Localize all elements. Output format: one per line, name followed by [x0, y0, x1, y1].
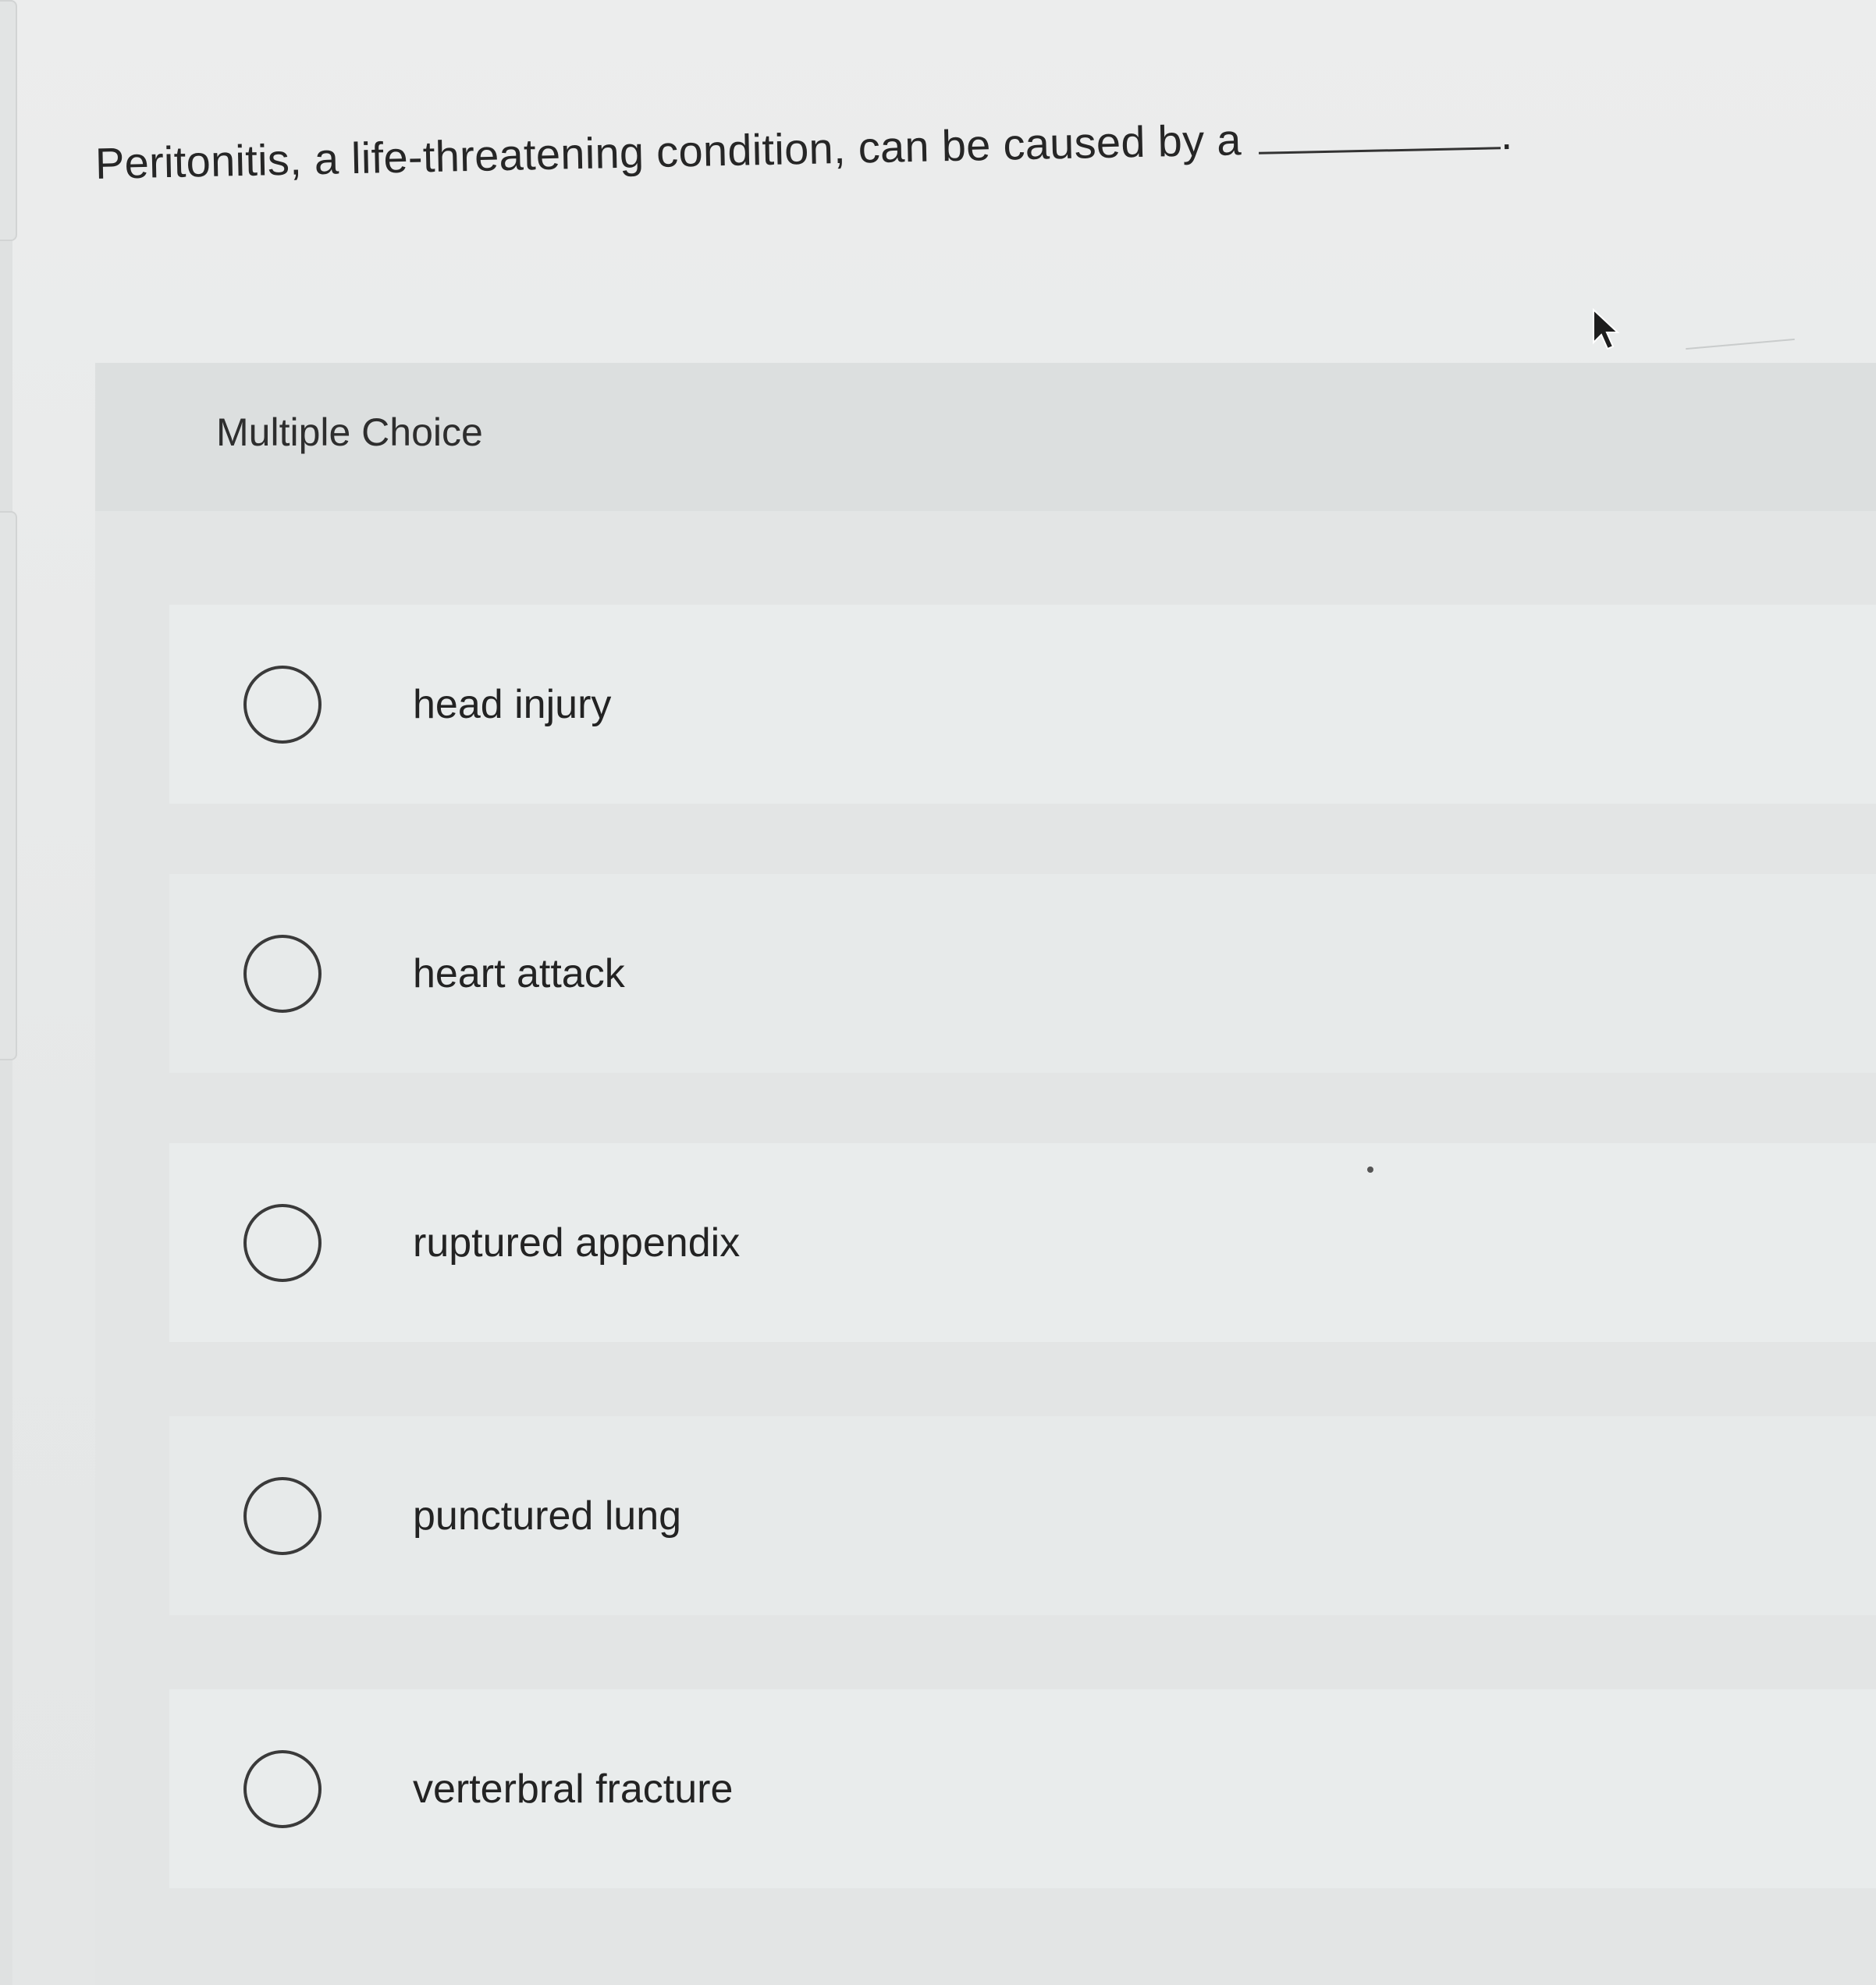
answer-option-label: punctured lung [413, 1493, 682, 1539]
answer-blank [1258, 115, 1501, 154]
answer-option-label: ruptured appendix [413, 1220, 741, 1266]
quiz-page: Peritonitis, a life-threatening conditio… [0, 0, 1876, 1985]
answer-option[interactable]: ruptured appendix [169, 1143, 1876, 1342]
decorative-dot [1367, 1166, 1373, 1173]
answer-option[interactable]: punctured lung [169, 1416, 1876, 1615]
answer-option-label: verterbral fracture [413, 1766, 734, 1812]
mouse-pointer-icon [1593, 308, 1620, 350]
left-sidebar-tab [0, 511, 17, 1060]
radio-button-icon[interactable] [243, 1203, 322, 1282]
answer-option-label: head injury [413, 681, 612, 727]
radio-button-icon[interactable] [243, 1476, 322, 1555]
answer-option[interactable]: verterbral fracture [169, 1689, 1876, 1888]
question-period: . [1499, 108, 1514, 159]
multiple-choice-label: Multiple Choice [216, 410, 483, 454]
answer-option-label: heart attack [413, 950, 625, 996]
multiple-choice-header: Multiple Choice [95, 363, 1876, 511]
answer-option[interactable]: head injury [169, 605, 1876, 804]
question-stem: Peritonitis, a life-threatening conditio… [94, 115, 1242, 188]
radio-button-icon[interactable] [243, 665, 322, 744]
left-sidebar-tab [0, 0, 17, 241]
question-text: Peritonitis, a life-threatening conditio… [94, 107, 1513, 191]
answer-option[interactable]: heart attack [169, 874, 1876, 1073]
multiple-choice-panel: Multiple Choice head injury heart attack… [95, 363, 1876, 1985]
radio-button-icon[interactable] [243, 1749, 322, 1828]
radio-button-icon[interactable] [243, 934, 322, 1013]
decorative-line [1686, 338, 1795, 350]
